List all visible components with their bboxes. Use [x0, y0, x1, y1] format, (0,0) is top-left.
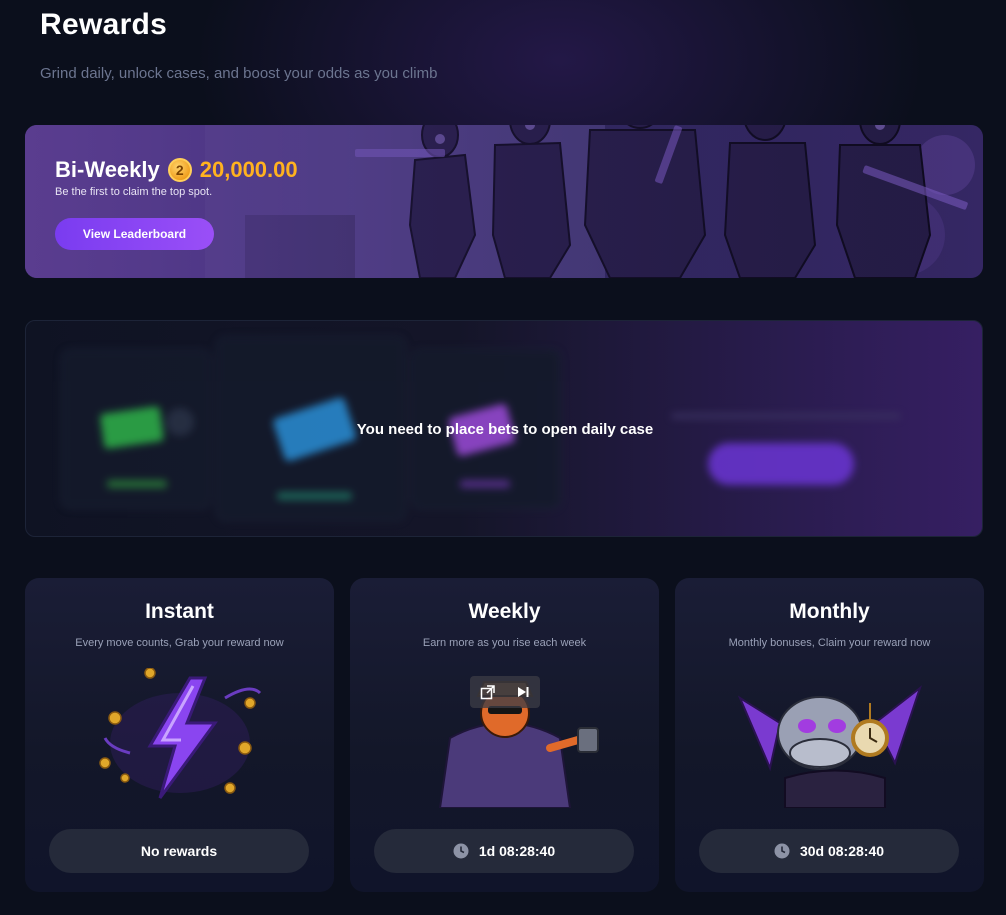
- vault-subtitle-blurred: [671, 413, 901, 419]
- reward-description: Every move counts, Grab your reward now: [75, 637, 284, 649]
- prize-amount: 20,000.00: [199, 157, 298, 182]
- reward-title: Weekly: [468, 600, 541, 623]
- clock-icon: [453, 843, 469, 859]
- monthly-reward-card: Monthly Monthly bonuses, Claim your rewa…: [675, 578, 984, 892]
- reward-title: Monthly: [789, 600, 870, 623]
- view-leaderboard-button[interactable]: View Leaderboard: [55, 218, 214, 250]
- weekly-reward-card: Weekly Earn more as you rise each week 1…: [350, 578, 659, 892]
- hero-title: Bi-Weekly 2 20,000.00: [55, 157, 298, 183]
- weekly-countdown: 1d 08:28:40: [374, 829, 634, 873]
- skip-next-icon[interactable]: [513, 682, 533, 702]
- soldiers-illustration: [25, 125, 983, 278]
- countdown-text: 1d 08:28:40: [478, 843, 556, 859]
- coin-icon: 2: [167, 158, 192, 182]
- hero-tagline: Be the first to claim the top spot.: [55, 186, 213, 198]
- daily-case-panel: You need to place bets to open daily cas…: [25, 320, 983, 537]
- dragon-with-pocket-watch-icon: [737, 685, 922, 808]
- lightning-bolt-icon: [99, 668, 262, 799]
- page-title: Rewards: [40, 8, 168, 41]
- popout-icon[interactable]: [478, 682, 498, 702]
- clock-icon: [774, 843, 790, 859]
- open-case-button-blurred: [708, 443, 854, 485]
- bi-weekly-leaderboard-banner: Bi-Weekly 2 20,000.00 Be the first to cl…: [25, 125, 983, 278]
- reward-status: No rewards: [49, 829, 309, 873]
- daily-case-locked-message: You need to place bets to open daily cas…: [356, 421, 654, 438]
- reward-title: Instant: [145, 600, 214, 623]
- hero-title-text: Bi-Weekly: [55, 157, 160, 182]
- instant-reward-card: Instant Every move counts, Grab your rew…: [25, 578, 334, 892]
- monthly-countdown: 30d 08:28:40: [699, 829, 959, 873]
- video-controls: [470, 676, 540, 708]
- reward-description: Earn more as you rise each week: [422, 637, 587, 649]
- reward-description: Monthly bonuses, Claim your reward now: [728, 637, 931, 649]
- page-subtitle: Grind daily, unlock cases, and boost you…: [40, 65, 438, 82]
- countdown-text: 30d 08:28:40: [799, 843, 885, 859]
- reward-status-text: No rewards: [140, 843, 218, 859]
